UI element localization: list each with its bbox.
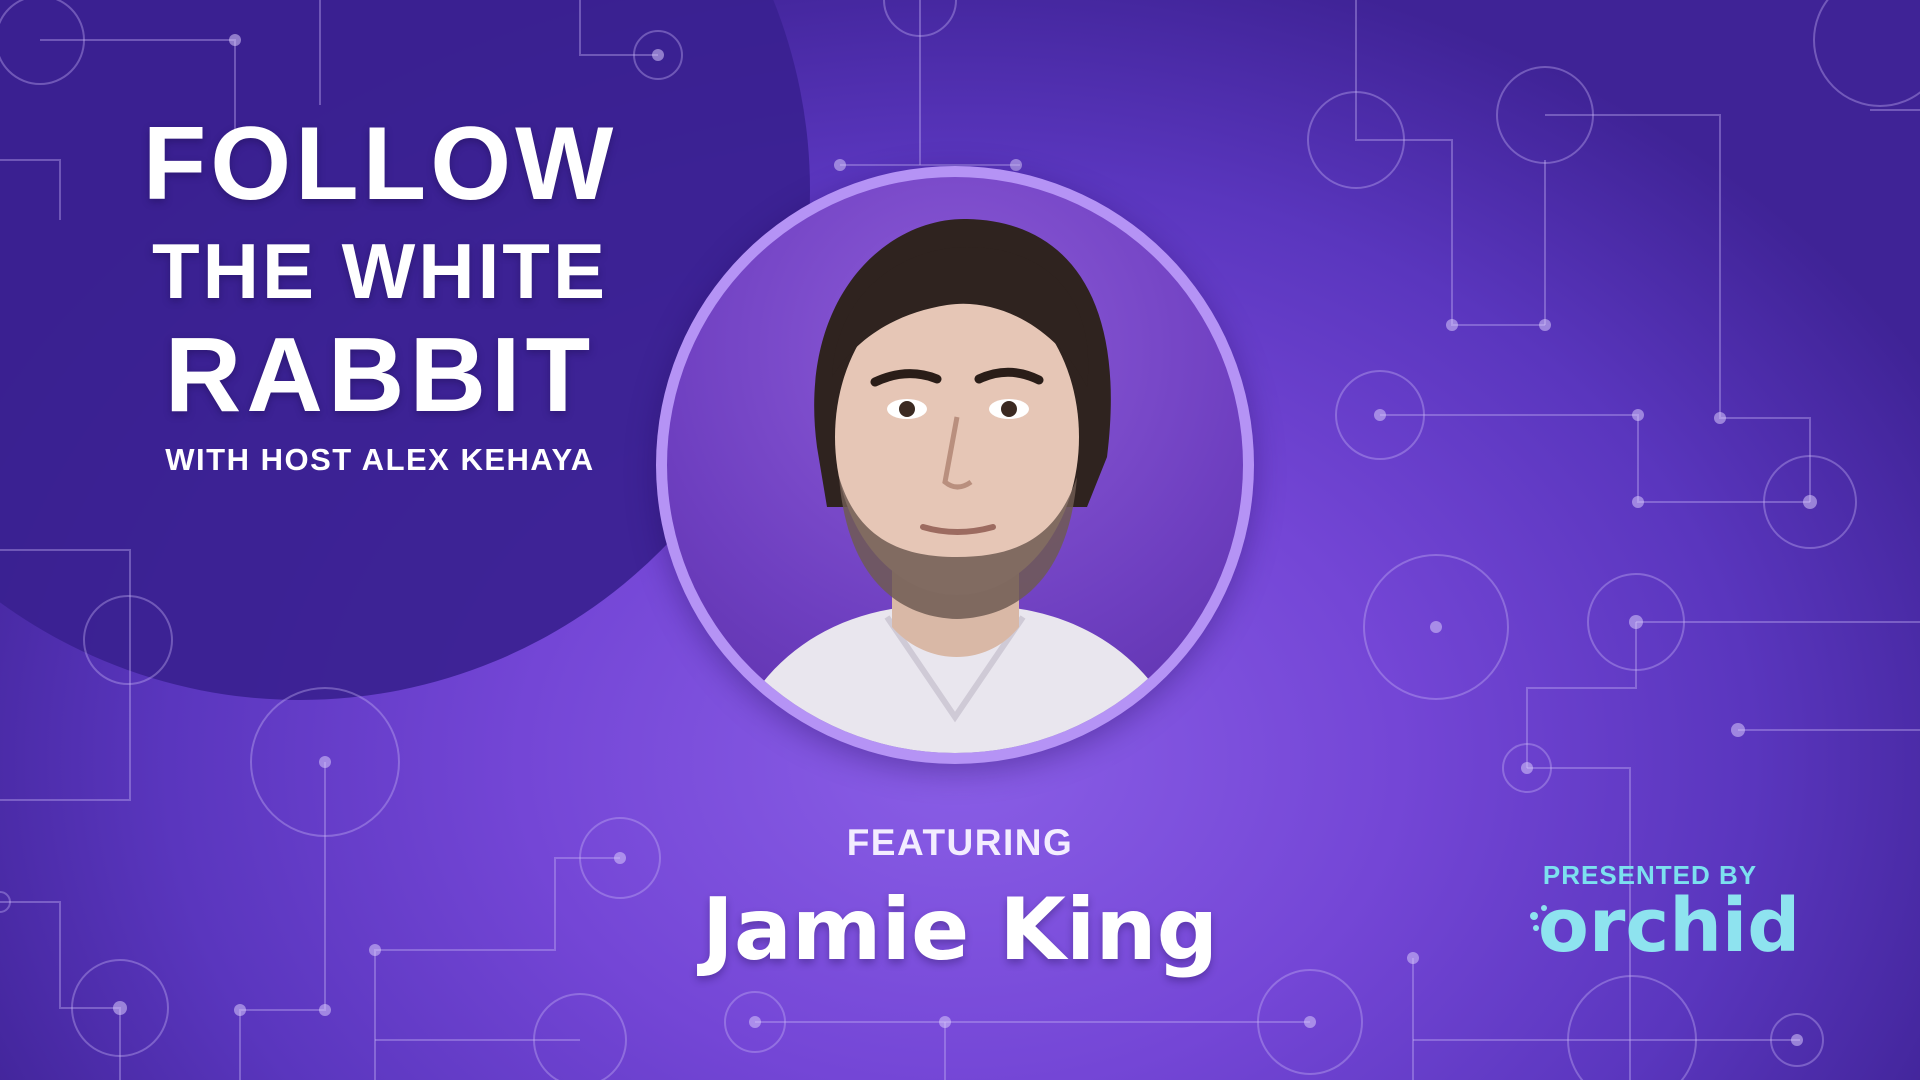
guest-portrait xyxy=(667,177,1243,753)
title-line-3: RABBIT xyxy=(164,316,596,434)
title-line-2: THE WHITE xyxy=(152,227,608,315)
person-photo-icon xyxy=(727,218,1187,753)
orchid-wordmark: orchid xyxy=(1538,883,1801,969)
title-line-1: FOLLOW xyxy=(142,106,618,222)
host-subtitle: WITH HOST ALEX KEHAYA xyxy=(165,442,595,477)
show-title: FOLLOW THE WHITE RABBIT WITH HOST ALEX K… xyxy=(130,112,630,478)
guest-portrait-frame xyxy=(656,166,1254,764)
podcast-cover: FOLLOW THE WHITE RABBIT WITH HOST ALEX K… xyxy=(0,0,1920,1080)
featuring-label: FEATURING xyxy=(846,822,1074,863)
guest-name: Jamie King xyxy=(701,880,1219,980)
